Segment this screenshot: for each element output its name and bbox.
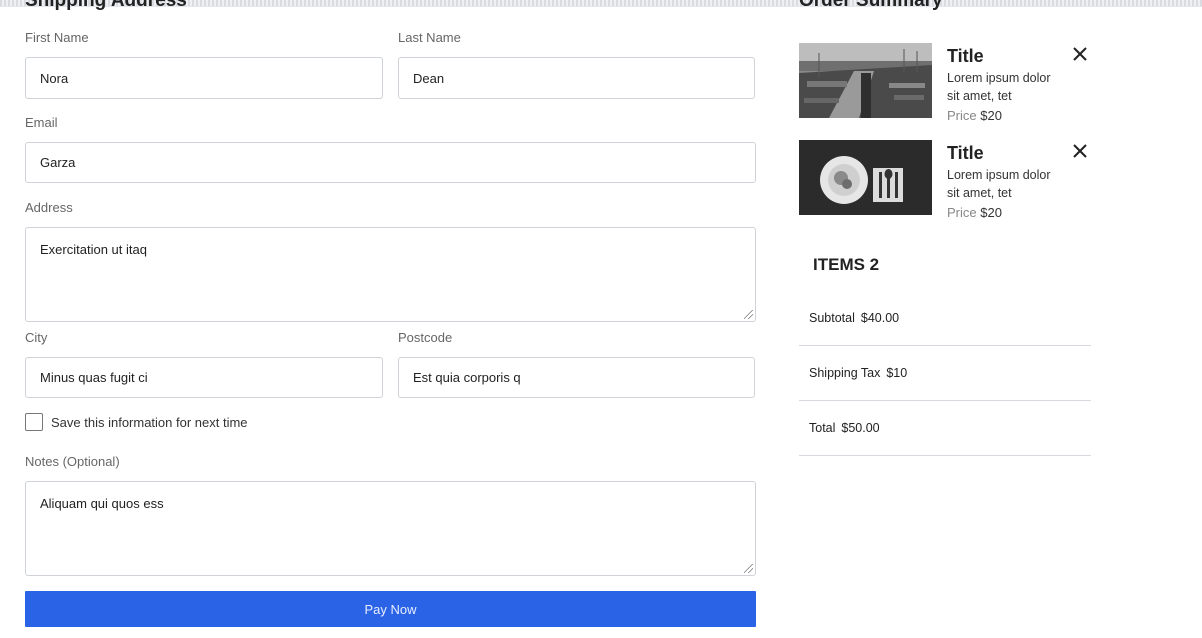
address-value: Exercitation ut itaq bbox=[40, 242, 147, 257]
item-title: Title bbox=[947, 46, 984, 66]
shipping-tax-row: Shipping Tax $10 bbox=[799, 346, 1091, 401]
marina-photo-icon bbox=[799, 43, 932, 118]
first-name-label: First Name bbox=[25, 30, 89, 45]
item-price-value: $20 bbox=[980, 205, 1002, 220]
order-summary-heading: Order Summary bbox=[799, 0, 943, 11]
notes-value: Aliquam qui quos ess bbox=[40, 496, 164, 511]
notes-label: Notes (Optional) bbox=[25, 454, 120, 469]
city-value: Minus quas fugit ci bbox=[40, 370, 148, 385]
last-name-value: Dean bbox=[413, 70, 445, 86]
email-input[interactable]: Garza bbox=[25, 142, 756, 183]
first-name-input[interactable]: Nora bbox=[25, 57, 383, 99]
total-value: $50.00 bbox=[841, 421, 880, 435]
item-description: Lorem ipsum dolor sit amet, tet bbox=[947, 71, 1051, 103]
pay-now-button[interactable]: Pay Now bbox=[25, 591, 756, 627]
item-price: Price $20 bbox=[947, 108, 1002, 123]
save-info-label[interactable]: Save this information for next time bbox=[51, 415, 248, 430]
first-name-value: Nora bbox=[40, 70, 69, 86]
shipping-heading: Shipping Address bbox=[25, 0, 187, 11]
subtotal-value: $40.00 bbox=[860, 311, 900, 325]
total-label: Total bbox=[809, 421, 836, 435]
city-label: City bbox=[25, 330, 48, 345]
shipping-tax-label: Shipping Tax bbox=[809, 366, 881, 380]
remove-item-close-icon[interactable] bbox=[1072, 46, 1088, 62]
item-price: Price $20 bbox=[947, 205, 1002, 220]
shipping-tax-value: $10 bbox=[886, 366, 908, 380]
postcode-value: Est quia corporis q bbox=[413, 370, 521, 385]
item-price-value: $20 bbox=[980, 108, 1002, 123]
subtotal-label: Subtotal bbox=[809, 311, 855, 325]
postcode-input[interactable]: Est quia corporis q bbox=[398, 357, 755, 398]
resize-grip-icon[interactable] bbox=[744, 564, 753, 573]
plate-cutlery-photo-icon bbox=[799, 140, 932, 215]
remove-item-close-icon[interactable] bbox=[1072, 143, 1088, 159]
notes-textarea[interactable]: Aliquam qui quos ess bbox=[25, 481, 756, 576]
items-count: ITEMS 2 bbox=[813, 255, 880, 274]
item-price-label: Price bbox=[947, 108, 977, 123]
last-name-label: Last Name bbox=[398, 30, 461, 45]
address-label: Address bbox=[25, 200, 73, 215]
total-row: Total $50.00 bbox=[799, 401, 1091, 456]
subtotal-row: Subtotal $40.00 bbox=[799, 291, 1091, 346]
address-textarea[interactable]: Exercitation ut itaq bbox=[25, 227, 756, 322]
item-price-label: Price bbox=[947, 205, 977, 220]
email-value: Garza bbox=[40, 155, 76, 170]
postcode-label: Postcode bbox=[398, 330, 453, 345]
item-description: Lorem ipsum dolor sit amet, tet bbox=[947, 168, 1051, 200]
last-name-input[interactable]: Dean bbox=[398, 57, 755, 99]
resize-grip-icon[interactable] bbox=[744, 310, 753, 319]
city-input[interactable]: Minus quas fugit ci bbox=[25, 357, 383, 398]
item-title: Title bbox=[947, 143, 984, 163]
email-label: Email bbox=[25, 115, 58, 130]
save-info-checkbox[interactable] bbox=[25, 413, 43, 431]
